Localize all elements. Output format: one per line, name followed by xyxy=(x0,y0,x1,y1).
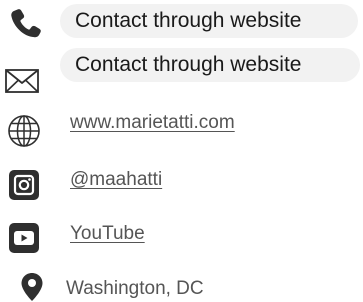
phone-contact-button[interactable]: Contact through website xyxy=(60,4,358,38)
location-text: Washington, DC xyxy=(66,278,204,299)
instagram-icon xyxy=(8,169,40,201)
youtube-icon xyxy=(8,222,40,254)
map-pin-icon xyxy=(20,272,44,302)
email-contact-button[interactable]: Contact through website xyxy=(60,48,360,82)
instagram-link[interactable]: @maahatti xyxy=(70,169,162,191)
email-contact-label: Contact through website xyxy=(75,53,302,76)
phone-icon xyxy=(8,6,44,42)
phone-contact-label: Contact through website xyxy=(75,9,302,32)
website-link[interactable]: www.marietatti.com xyxy=(70,112,235,134)
globe-icon xyxy=(6,113,42,149)
envelope-icon xyxy=(4,66,40,96)
youtube-link[interactable]: YouTube xyxy=(70,223,145,245)
